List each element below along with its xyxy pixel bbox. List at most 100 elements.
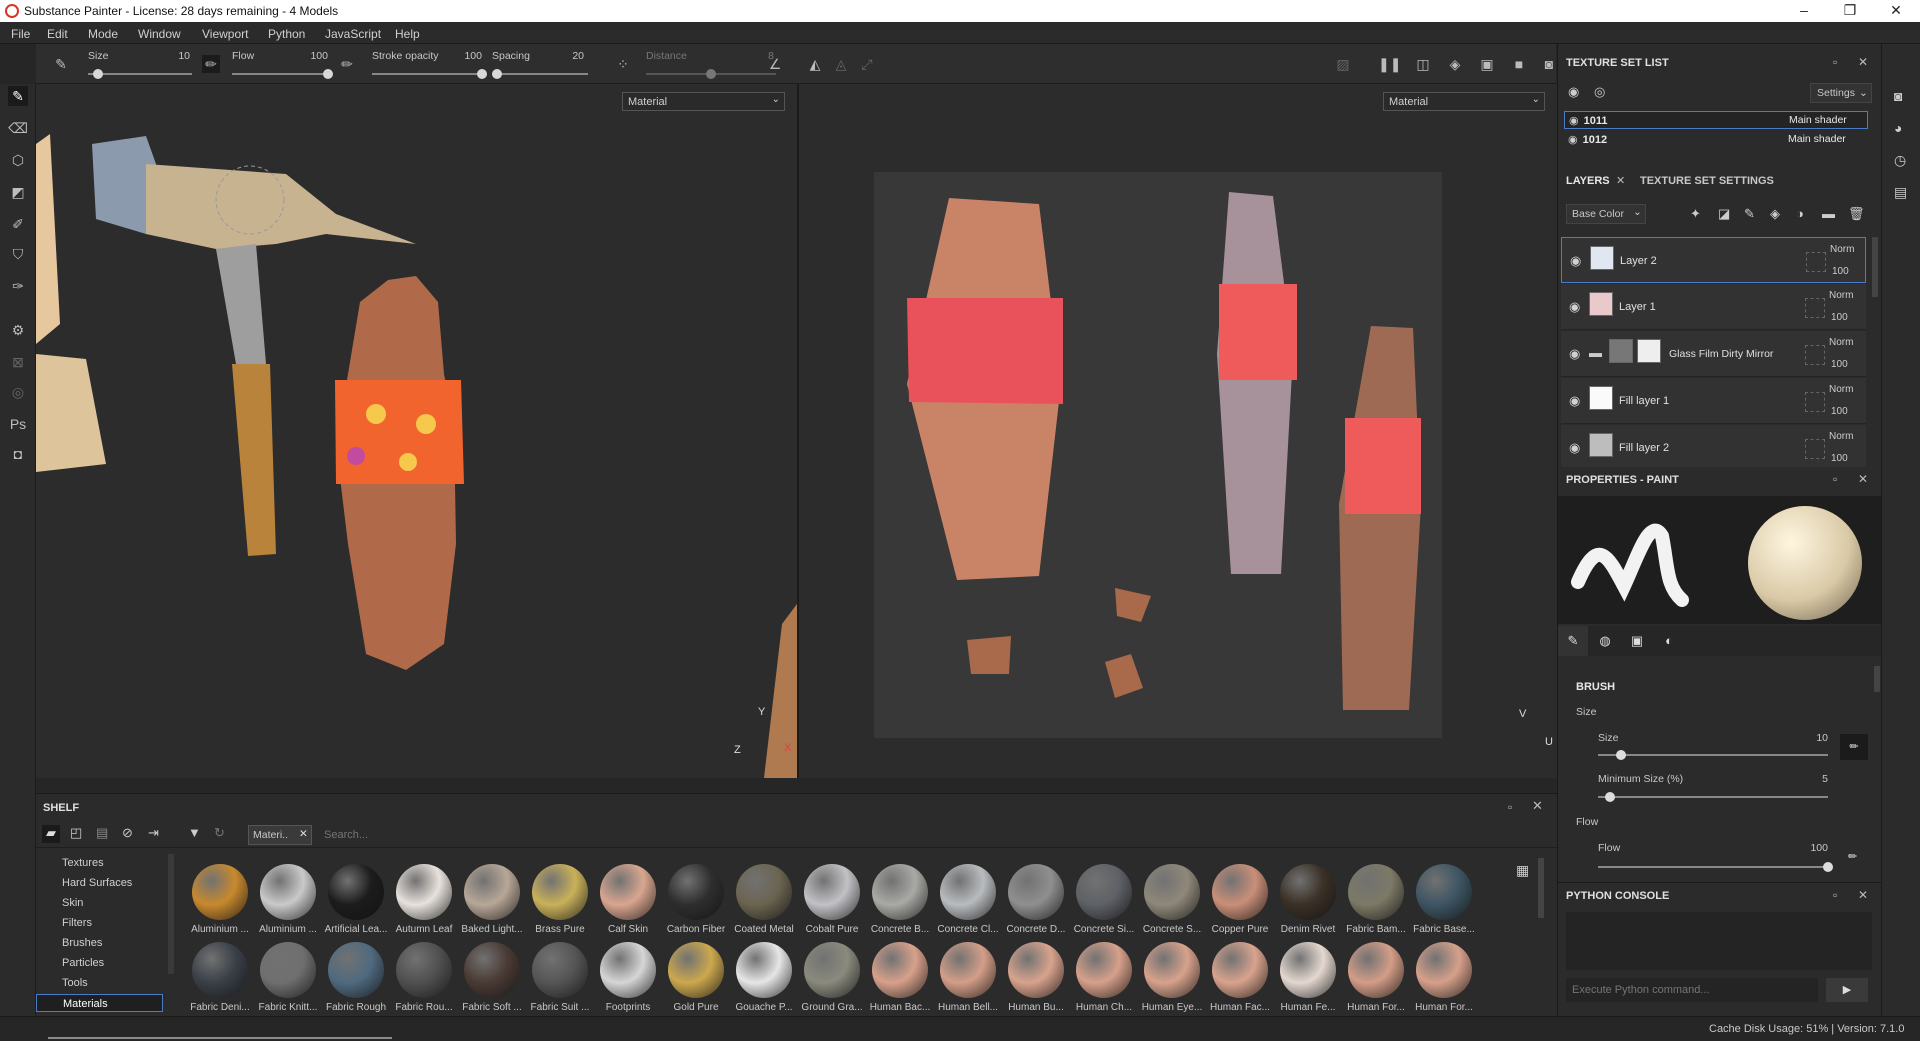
channel-dropdown[interactable]: Base Color ⌄ <box>1566 204 1646 224</box>
layer-visibility-eye-icon[interactable]: ◉ <box>1569 440 1580 456</box>
material-thumbnail[interactable]: Artificial Lea... <box>322 864 390 942</box>
layer-blend-mode[interactable]: Norm <box>1829 384 1853 395</box>
size-slider-knob[interactable] <box>93 69 104 79</box>
color-picker-icon[interactable]: ✑ <box>8 276 28 296</box>
texture-set-1012[interactable]: ◉ 1012 Main shader <box>1564 131 1868 149</box>
flow-slider[interactable] <box>1598 866 1828 868</box>
layer-visibility-eye-icon[interactable]: ◉ <box>1569 393 1580 409</box>
eraser-icon[interactable]: ⌫ <box>8 118 28 138</box>
close-tab-icon[interactable]: ✕ <box>1616 174 1625 187</box>
stroke-opacity-knob[interactable] <box>477 69 487 79</box>
flow-pressure-icon[interactable]: ✏ <box>1848 850 1857 863</box>
material-thumbnail[interactable]: Concrete S... <box>1138 864 1206 942</box>
measure-icon[interactable]: ⊠ <box>8 352 28 372</box>
spacing-knob[interactable] <box>491 69 502 79</box>
material-thumbnail[interactable]: Autumn Leaf <box>390 864 458 942</box>
layer-opacity[interactable]: 100 <box>1832 266 1849 277</box>
layer-mask-slot[interactable] <box>1805 345 1825 365</box>
layer-item-glass-film[interactable]: ◉ ▬ Glass Film Dirty Mirror Norm 100 <box>1561 331 1866 377</box>
layer-item-fill-layer-2[interactable]: ◉ Fill layer 2 Norm 100 <box>1561 425 1866 469</box>
spacing-slider[interactable] <box>492 73 588 75</box>
polygon-fill-icon[interactable]: ◩ <box>8 182 28 202</box>
shelf-close-icon[interactable]: ✕ <box>1532 798 1543 814</box>
texture-set-1011[interactable]: ◉ 1011 Main shader <box>1564 111 1868 129</box>
category-brushes[interactable]: Brushes <box>36 934 163 952</box>
eye-icon[interactable]: ◉ <box>1568 134 1578 146</box>
material-thumbnail[interactable]: Human Ch... <box>1070 942 1138 1020</box>
maximize-button[interactable]: ❐ <box>1830 2 1870 19</box>
material-thumbnail[interactable]: Gouache P... <box>730 942 798 1020</box>
menu-viewport[interactable]: Viewport <box>202 27 248 41</box>
min-size-slider[interactable] <box>1598 796 1828 798</box>
shader-settings-icon[interactable]: ◕ <box>1894 120 1902 136</box>
menu-mode[interactable]: Mode <box>88 27 118 41</box>
alpha-tab-icon[interactable]: ◍ <box>1590 626 1620 656</box>
filter-icon[interactable]: ▼ <box>188 825 201 840</box>
layer-blend-mode[interactable]: Norm <box>1829 431 1853 442</box>
layer-mask-slot[interactable] <box>1805 439 1825 459</box>
layer-blend-mode[interactable]: Norm <box>1829 290 1853 301</box>
material-thumbnail[interactable]: Coated Metal <box>730 864 798 942</box>
clone-stamp-icon[interactable]: ⛉ <box>8 244 28 264</box>
grid-view-icon[interactable]: ▦ <box>1516 862 1529 879</box>
properties-scrollbar[interactable] <box>1874 666 1880 692</box>
size-slider[interactable] <box>88 73 192 75</box>
stroke-opacity-slider[interactable] <box>372 73 482 75</box>
paint-brush-icon[interactable]: ✎ <box>8 86 28 106</box>
tab-layers[interactable]: LAYERS <box>1566 175 1610 187</box>
material-thumbnail[interactable]: Human Fe... <box>1274 942 1342 1020</box>
material-thumbnail[interactable]: Fabric Bam... <box>1342 864 1410 942</box>
add-folder-icon[interactable]: ▬ <box>1822 206 1835 221</box>
hide-icon[interactable]: ▨ <box>1334 55 1352 73</box>
pressure-size-icon[interactable]: ✏ <box>202 55 220 73</box>
material-thumbnail[interactable]: Denim Rivet <box>1274 864 1342 942</box>
material-thumbnail[interactable]: Concrete Cl... <box>934 864 1002 942</box>
folder-icon[interactable]: ▰ <box>42 825 60 843</box>
flow-knob[interactable] <box>1823 862 1833 872</box>
hide-icon[interactable]: ⊘ <box>122 825 133 841</box>
bake-icon[interactable]: ⚙ <box>8 320 28 340</box>
layer-visibility-eye-icon[interactable]: ◉ <box>1569 299 1580 315</box>
menu-window[interactable]: Window <box>138 27 181 41</box>
shelf-float-icon[interactable]: ▫ <box>1508 800 1512 814</box>
material-thumbnail[interactable]: Gold Pure <box>662 942 730 1020</box>
category-filters[interactable]: Filters <box>36 914 163 932</box>
cube-2d-icon[interactable]: ▣ <box>1478 55 1496 73</box>
close-panel-icon[interactable]: ✕ <box>1858 55 1868 69</box>
screenshot-icon[interactable]: ◘ <box>8 444 28 464</box>
material-tab-icon[interactable]: ◐ <box>1654 626 1684 656</box>
material-thumbnail[interactable]: Human For... <box>1410 942 1478 1020</box>
category-hard-surfaces[interactable]: Hard Surfaces <box>36 874 163 892</box>
flow-slider-knob[interactable] <box>323 69 333 79</box>
layer-item-layer-1[interactable]: ◉ Layer 1 Norm 100 <box>1561 284 1866 330</box>
categories-scrollbar[interactable] <box>168 854 174 974</box>
prop-size-knob[interactable] <box>1616 750 1626 760</box>
layer-opacity[interactable]: 100 <box>1831 312 1848 323</box>
add-paint-layer-icon[interactable]: ✎ <box>1744 206 1755 222</box>
category-materials[interactable]: Materials <box>36 994 163 1012</box>
symmetry-icon[interactable]: ◭ <box>806 55 824 73</box>
material-thumbnail[interactable]: Carbon Fiber <box>662 864 730 942</box>
material-thumbnail[interactable]: Fabric Rough <box>322 942 390 1020</box>
material-thumbnail[interactable]: Human Fac... <box>1206 942 1274 1020</box>
tab-texture-set-settings[interactable]: TEXTURE SET SETTINGS <box>1640 175 1774 187</box>
layers-scrollbar[interactable] <box>1872 237 1878 297</box>
camera-video-icon[interactable]: ■ <box>1510 55 1528 73</box>
smudge-icon[interactable]: ✐ <box>8 214 28 234</box>
material-thumbnail[interactable]: Human Bell... <box>934 942 1002 1020</box>
lazy-mouse-icon[interactable]: ⁘ <box>614 55 632 73</box>
category-particles[interactable]: Particles <box>36 954 163 972</box>
pause-icon[interactable]: ❚❚ <box>1378 55 1401 73</box>
close-panel-icon[interactable]: ✕ <box>1858 888 1868 902</box>
add-effect-icon[interactable]: ✦ <box>1690 206 1701 222</box>
layer-opacity[interactable]: 100 <box>1831 359 1848 370</box>
new-folder-icon[interactable]: ◰ <box>70 825 82 841</box>
add-mask-icon[interactable]: ◪ <box>1718 206 1730 222</box>
split-view-icon[interactable]: ◫ <box>1414 55 1432 73</box>
layer-opacity[interactable]: 100 <box>1831 406 1848 417</box>
hide-eye-icon[interactable]: ◉ <box>1568 84 1579 100</box>
alignment-icon[interactable]: ∠ <box>766 55 784 73</box>
show-eye-icon[interactable]: ◎ <box>1594 84 1605 100</box>
menu-file[interactable]: File <box>11 27 30 41</box>
material-thumbnail[interactable]: Human Eye... <box>1138 942 1206 1020</box>
